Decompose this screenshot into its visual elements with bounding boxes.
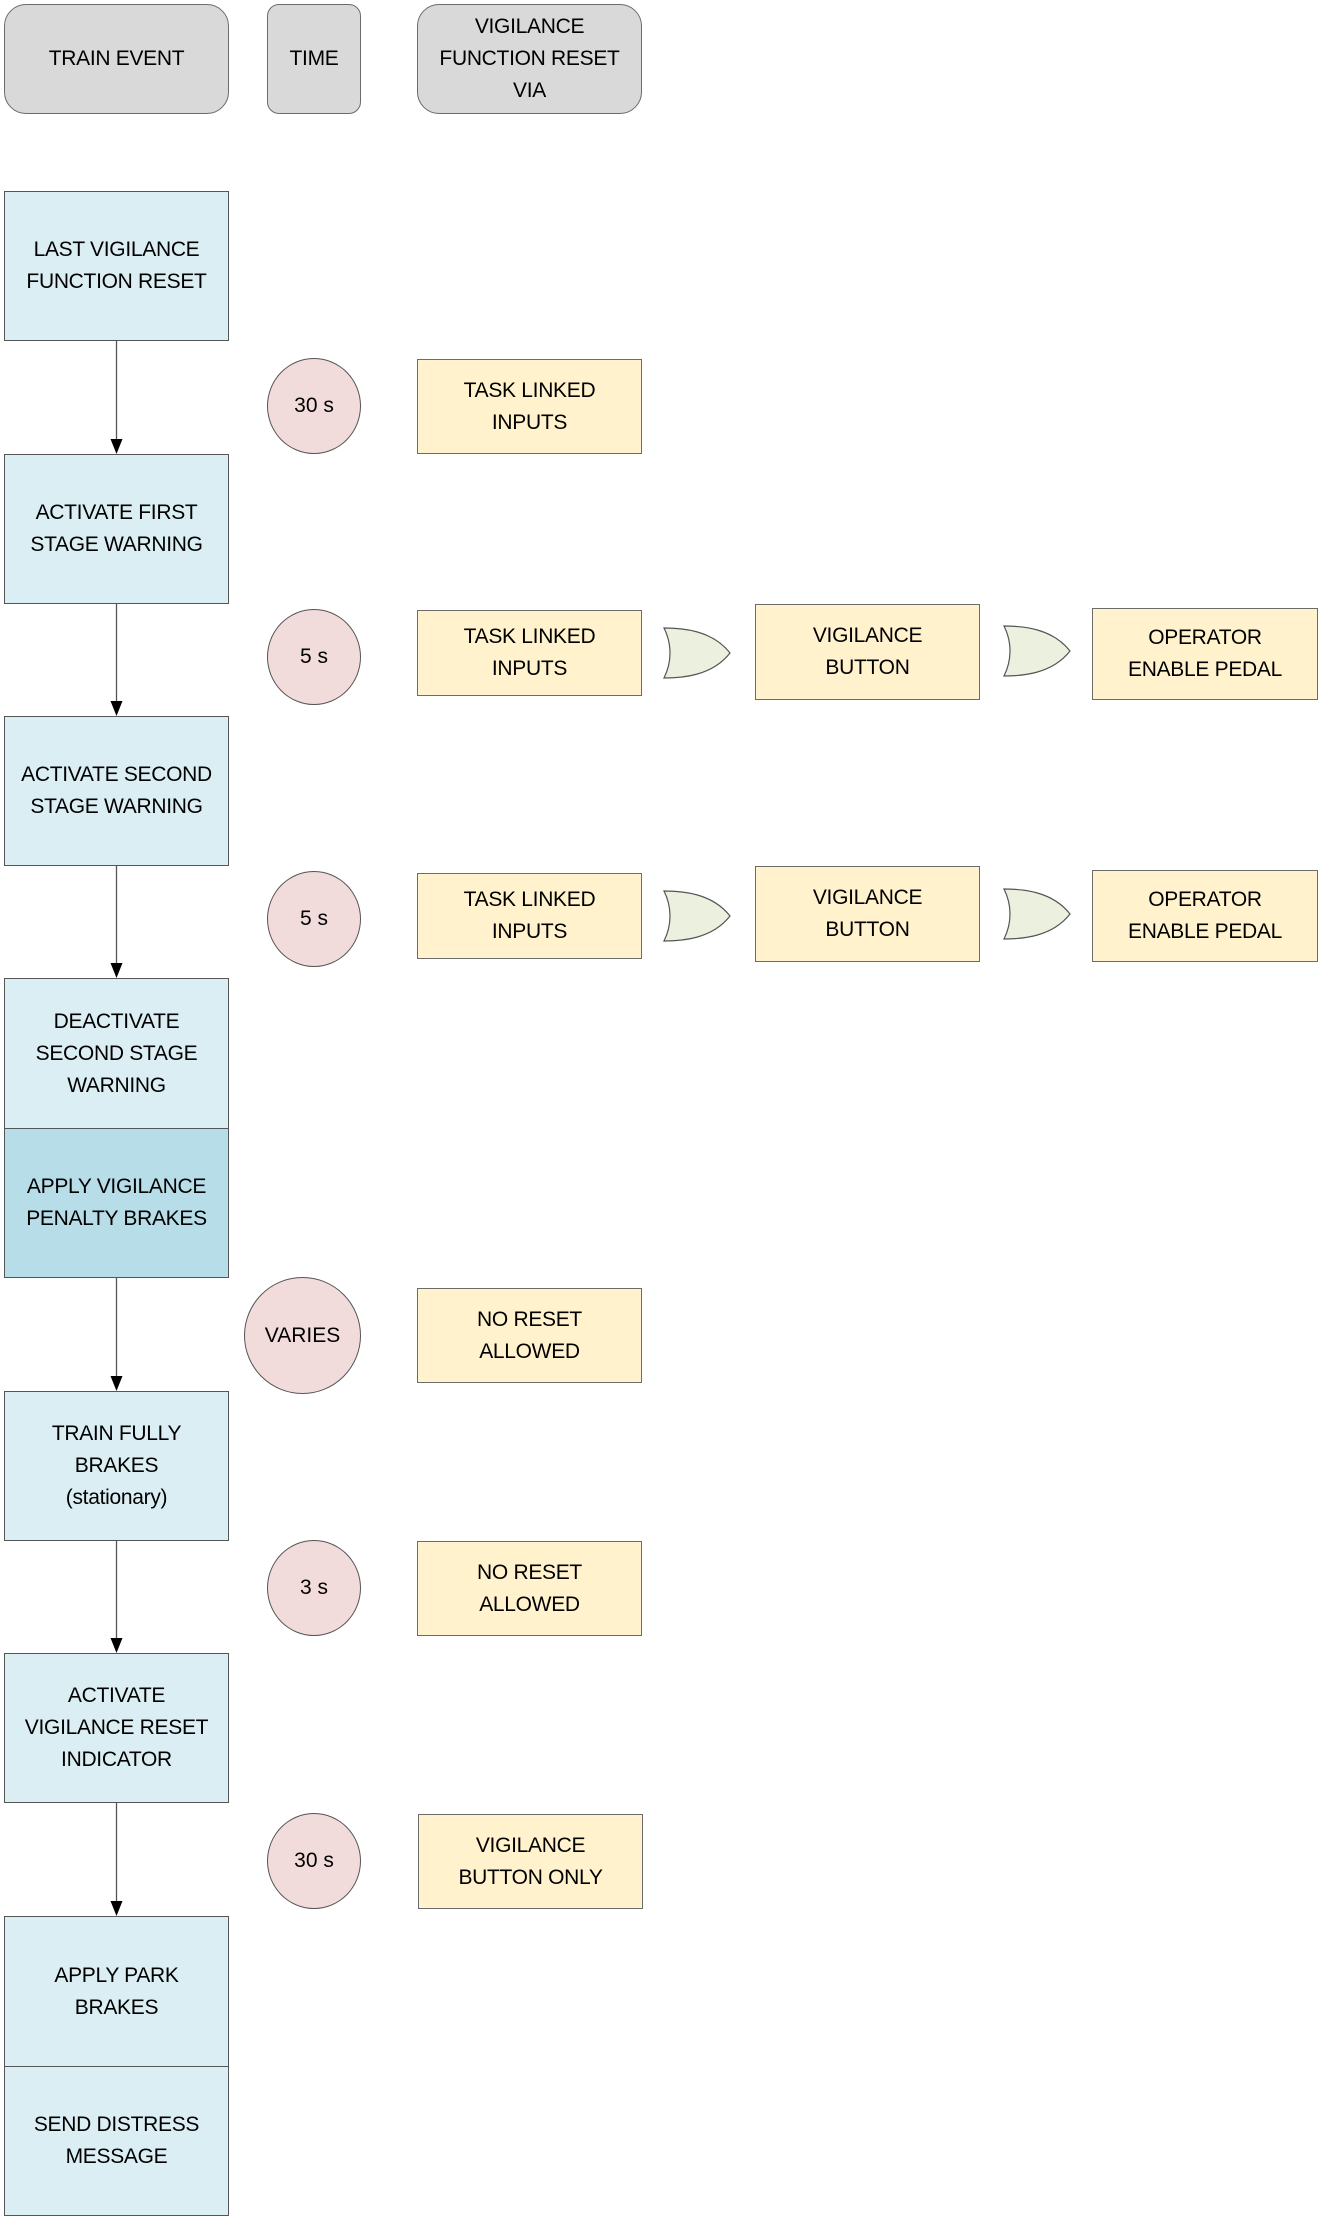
or-gate-icon: [663, 890, 731, 942]
or-gate-icon: [663, 627, 731, 679]
or-gate-icon: [1003, 625, 1071, 677]
reset-task-linked-inputs: TASK LINKED INPUTS: [417, 610, 642, 696]
event-second-stage-warning: ACTIVATE SECOND STAGE WARNING: [4, 716, 229, 866]
reset-task-linked-inputs: TASK LINKED INPUTS: [417, 873, 642, 959]
arrowhead-icon: [110, 701, 123, 716]
event-reset-indicator: ACTIVATE VIGILANCE RESET INDICATOR: [4, 1653, 229, 1803]
reset-not-allowed: NO RESET ALLOWED: [417, 1541, 642, 1636]
event-train-fully-braked: TRAIN FULLY BRAKES (stationary): [4, 1391, 229, 1541]
event-park-brakes: APPLY PARK BRAKES: [4, 1916, 229, 2067]
reset-vigilance-button: VIGILANCE BUTTON: [755, 604, 980, 700]
or-gate: OR: [1002, 887, 1118, 941]
time-badge: 30 s: [267, 1813, 361, 1909]
reset-vigilance-button-only: VIGILANCE BUTTON ONLY: [418, 1814, 643, 1909]
arrowhead-icon: [110, 439, 123, 454]
or-gate: OR: [662, 889, 778, 943]
or-gate-icon: [1003, 888, 1071, 940]
arrowhead-icon: [110, 1376, 123, 1391]
time-badge: VARIES: [244, 1277, 361, 1394]
event-first-stage-warning: ACTIVATE FIRST STAGE WARNING: [4, 454, 229, 604]
event-penalty-brakes: APPLY VIGILANCE PENALTY BRAKES: [4, 1128, 229, 1278]
time-badge: 3 s: [267, 1540, 361, 1636]
arrowhead-icon: [110, 1638, 123, 1653]
time-badge: 30 s: [267, 358, 361, 454]
time-badge: 5 s: [267, 871, 361, 967]
event-distress-message: SEND DISTRESS MESSAGE: [4, 2066, 229, 2216]
reset-operator-enable-pedal: OPERATOR ENABLE PEDAL: [1092, 608, 1318, 700]
time-badge: 5 s: [267, 609, 361, 705]
event-deactivate-second-stage: DEACTIVATE SECOND STAGE WARNING: [4, 978, 229, 1129]
reset-operator-enable-pedal: OPERATOR ENABLE PEDAL: [1092, 870, 1318, 962]
reset-not-allowed: NO RESET ALLOWED: [417, 1288, 642, 1383]
reset-task-linked-inputs: TASK LINKED INPUTS: [417, 359, 642, 454]
or-gate: OR: [1002, 624, 1118, 678]
event-last-reset: LAST VIGILANCE FUNCTION RESET: [4, 191, 229, 341]
arrowhead-icon: [110, 963, 123, 978]
arrowhead-icon: [110, 1901, 123, 1916]
reset-vigilance-button: VIGILANCE BUTTON: [755, 866, 980, 962]
or-gate: OR: [662, 626, 778, 680]
